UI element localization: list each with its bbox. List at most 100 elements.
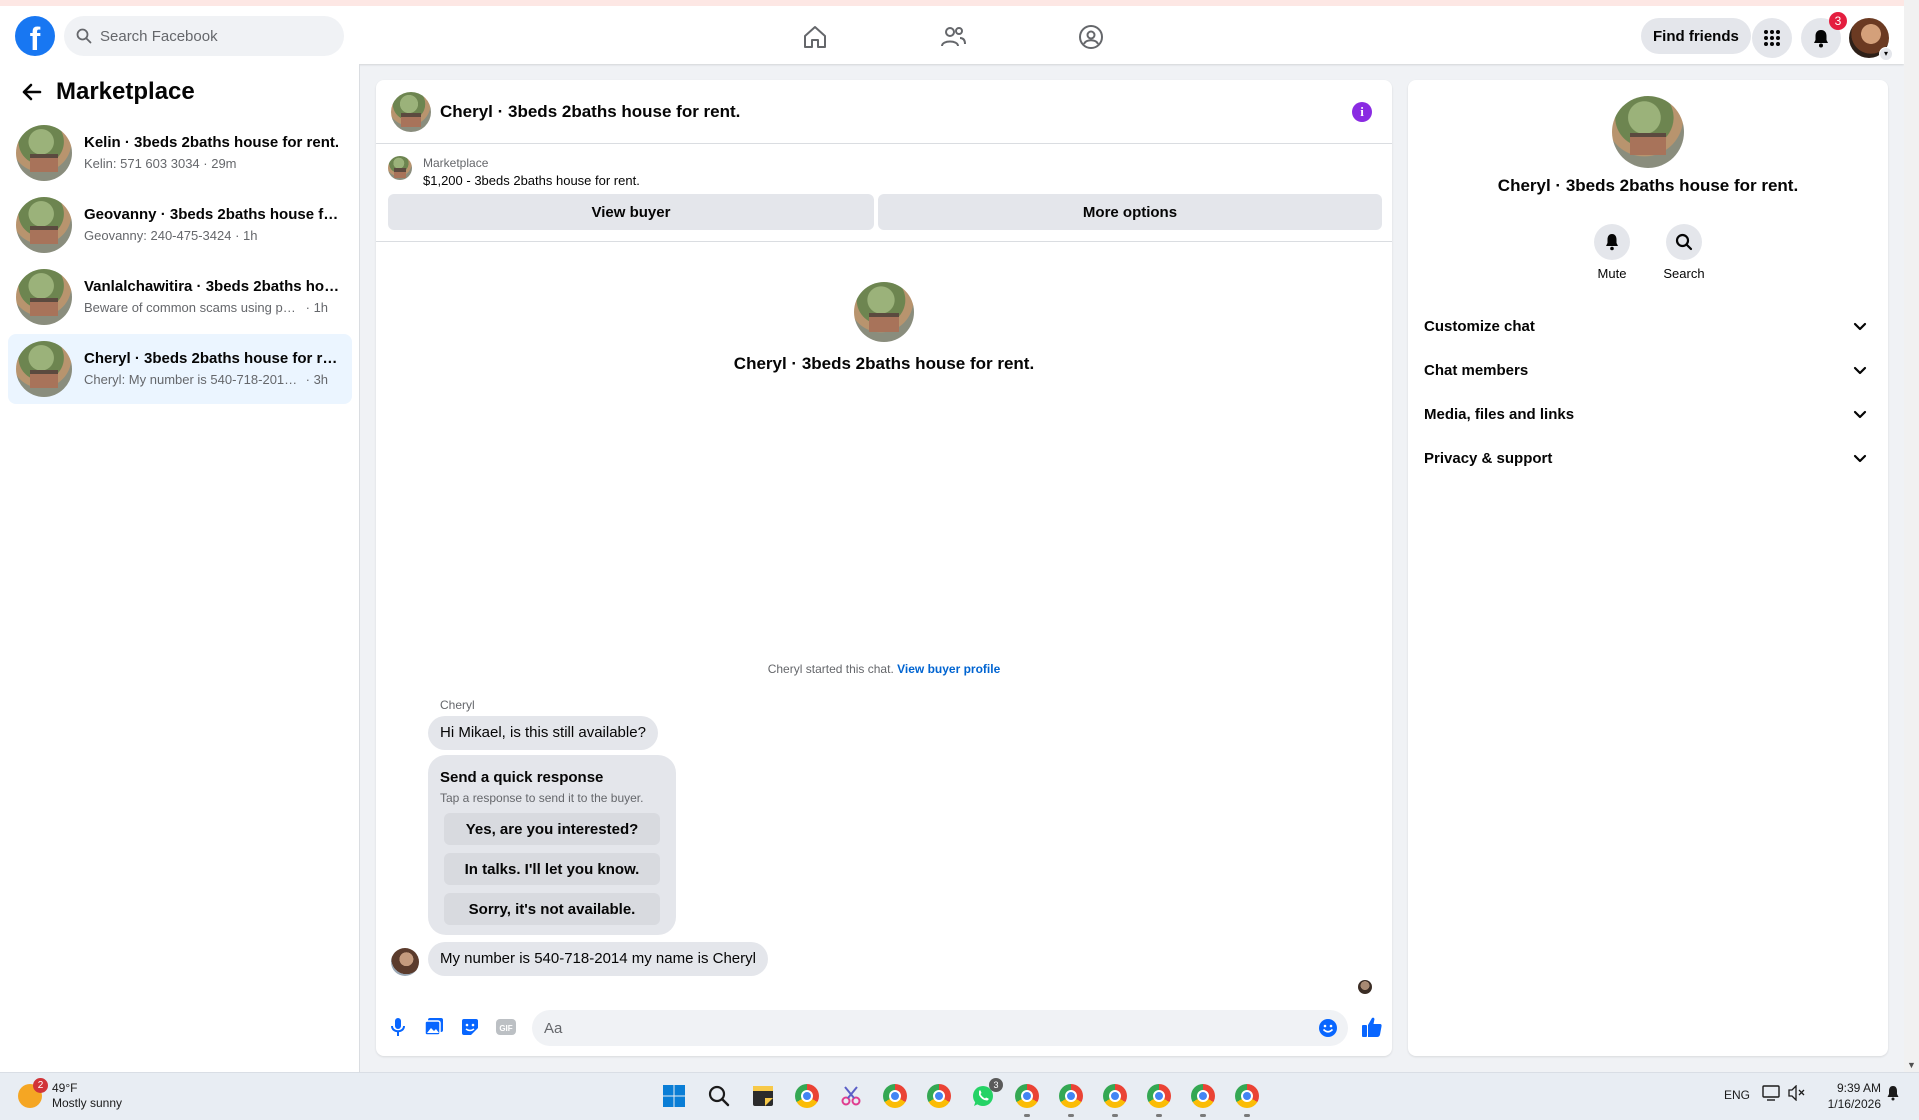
clock-date: 1/16/2026	[1827, 1097, 1881, 1111]
thumbs-up-icon[interactable]	[1360, 1015, 1384, 1039]
page-scrollbar[interactable]: ▼	[1904, 0, 1919, 1072]
chat-started-notice: Cheryl started this chat. View buyer pro…	[767, 662, 1001, 676]
chevron-down-icon: ▾	[1879, 47, 1893, 61]
conversation-preview: Cheryl: My number is 540-718-2014 my nam…	[84, 372, 329, 387]
notification-bell-icon[interactable]	[1886, 1085, 1900, 1104]
facebook-logo-icon[interactable]: f	[15, 16, 55, 56]
customize-chat-section[interactable]: Customize chat	[1416, 306, 1880, 350]
windows-taskbar: 2 49°F Mostly sunny	[0, 1072, 1919, 1120]
chrome-app-icon[interactable]	[1058, 1083, 1084, 1109]
weather-sun-icon: 2	[18, 1078, 48, 1108]
view-buyer-button[interactable]: View buyer	[388, 194, 874, 230]
top-navigation-bar: f Find friends 3 ▾	[0, 0, 1904, 64]
quick-response-card: Send a quick response Tap a response to …	[428, 755, 676, 935]
mute-label: Mute	[1597, 266, 1627, 281]
search-icon	[76, 28, 92, 44]
friends-icon[interactable]	[938, 22, 968, 52]
photo-icon[interactable]	[422, 1015, 446, 1039]
language-indicator[interactable]: ENG	[1724, 1088, 1750, 1102]
account-avatar[interactable]: ▾	[1849, 18, 1893, 61]
emoji-icon[interactable]	[1316, 1016, 1340, 1040]
chevron-down-icon	[1853, 454, 1867, 463]
weather-widget[interactable]: 2 49°F Mostly sunny	[18, 1078, 123, 1111]
chrome-app-icon[interactable]	[1190, 1083, 1216, 1109]
chrome-app-icon[interactable]	[882, 1083, 908, 1109]
back-arrow-icon[interactable]	[20, 80, 44, 104]
chat-avatar[interactable]	[391, 92, 431, 132]
running-indicator	[1200, 1114, 1206, 1117]
search-icon	[1666, 224, 1702, 260]
chat-members-section[interactable]: Chat members	[1416, 350, 1880, 394]
menu-grid-icon[interactable]	[1752, 18, 1792, 58]
quick-response-title: Send a quick response	[440, 769, 604, 786]
search-facebook-box[interactable]	[64, 16, 344, 56]
view-buyer-profile-link[interactable]: View buyer profile	[897, 662, 1000, 676]
message-bubble: My number is 540-718-2014 my name is Che…	[428, 942, 768, 976]
sticker-icon[interactable]	[458, 1015, 482, 1039]
notifications-button[interactable]: 3	[1801, 12, 1847, 58]
conversation-preview: Beware of common scams using payment app…	[84, 300, 329, 315]
quick-response-option[interactable]: Yes, are you interested?	[444, 813, 660, 845]
privacy-support-section[interactable]: Privacy & support	[1416, 438, 1880, 482]
microphone-icon[interactable]	[386, 1015, 410, 1039]
quick-response-option[interactable]: In talks. I'll let you know.	[444, 853, 660, 885]
running-indicator	[1112, 1114, 1118, 1117]
message-bubble: Hi Mikael, is this still available?	[428, 716, 658, 750]
section-label: Chat members	[1424, 362, 1529, 379]
listing-thumbnail	[16, 197, 72, 253]
section-label: Media, files and links	[1424, 406, 1575, 423]
chrome-app-icon[interactable]	[1146, 1083, 1172, 1109]
home-icon[interactable]	[800, 22, 830, 52]
conversation-item[interactable]: Kelin · 3beds 2baths house for rent. Kel…	[8, 118, 352, 188]
clock-time: 9:39 AM	[1836, 1081, 1881, 1095]
seen-indicator-avatar	[1358, 980, 1372, 994]
media-files-links-section[interactable]: Media, files and links	[1416, 394, 1880, 438]
whatsapp-badge: 3	[989, 1078, 1003, 1092]
chrome-app-icon[interactable]	[1014, 1083, 1040, 1109]
section-label: Customize chat	[1424, 318, 1535, 335]
whatsapp-icon[interactable]: 3	[970, 1078, 1003, 1109]
chrome-app-icon[interactable]	[1102, 1083, 1128, 1109]
conversation-item[interactable]: Vanlalchawitira · 3beds 2baths house for…	[8, 262, 352, 332]
mute-button[interactable]: Mute	[1572, 224, 1652, 281]
message-composer[interactable]	[532, 1010, 1348, 1046]
system-clock[interactable]: 9:39 AM 1/16/2026	[1805, 1080, 1881, 1112]
details-avatar	[1612, 96, 1684, 168]
chrome-app-icon[interactable]	[1234, 1083, 1260, 1109]
chat-details-panel: Cheryl · 3beds 2baths house for rent. Mu…	[1408, 80, 1888, 1056]
chevron-down-icon	[1853, 366, 1867, 375]
groups-icon[interactable]	[1076, 22, 1106, 52]
chat-title[interactable]: Cheryl · 3beds 2baths house for rent.	[440, 102, 740, 122]
weather-condition: Mostly sunny	[52, 1096, 123, 1110]
conversation-item-active[interactable]: Cheryl · 3beds 2baths house for rent. Ch…	[8, 334, 352, 404]
chevron-down-icon	[1853, 322, 1867, 331]
find-friends-button[interactable]: Find friends	[1641, 18, 1751, 54]
section-label: Privacy & support	[1424, 450, 1553, 467]
snipping-tool-icon[interactable]	[838, 1083, 864, 1109]
temperature: 49°F	[52, 1081, 78, 1095]
chrome-app-icon[interactable]	[926, 1083, 952, 1109]
chrome-app-icon[interactable]	[794, 1083, 820, 1109]
info-icon[interactable]: i	[1352, 102, 1372, 122]
scroll-down-arrow-icon[interactable]: ▼	[1907, 1060, 1916, 1070]
svg-text:GIF: GIF	[499, 1024, 512, 1033]
volume-muted-icon[interactable]	[1788, 1084, 1806, 1104]
gif-icon[interactable]: GIF	[494, 1015, 518, 1039]
search-in-chat-button[interactable]: Search	[1644, 224, 1724, 281]
chat-panel: Cheryl · 3beds 2baths house for rent. i …	[376, 80, 1392, 1056]
search-input[interactable]	[100, 16, 330, 56]
network-icon[interactable]	[1762, 1085, 1780, 1104]
taskbar-search-icon[interactable]	[706, 1083, 732, 1109]
sticky-notes-icon[interactable]	[750, 1083, 776, 1109]
message-input[interactable]	[544, 1010, 1304, 1046]
more-options-button[interactable]: More options	[878, 194, 1382, 230]
listing-thumbnail	[16, 269, 72, 325]
quick-response-option[interactable]: Sorry, it's not available.	[444, 893, 660, 925]
running-indicator	[1024, 1114, 1030, 1117]
sender-avatar	[391, 948, 419, 976]
windows-start-icon[interactable]	[661, 1083, 687, 1109]
conversation-item[interactable]: Geovanny · 3beds 2baths house for rent. …	[8, 190, 352, 260]
quick-response-subtitle: Tap a response to send it to the buyer.	[440, 791, 644, 805]
chevron-down-icon	[1853, 410, 1867, 419]
listing-price-title[interactable]: $1,200 - 3beds 2baths house for rent.	[423, 173, 640, 188]
